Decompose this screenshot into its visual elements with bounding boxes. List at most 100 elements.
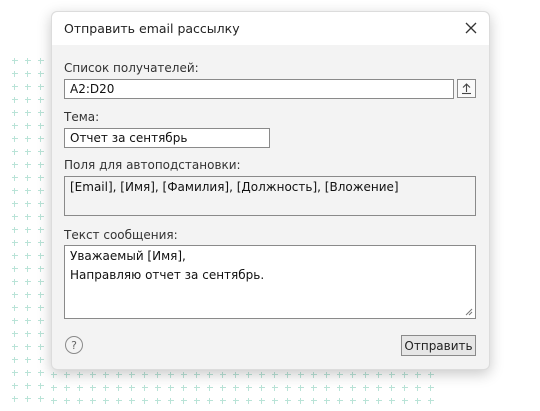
plus-mark (38, 188, 44, 194)
plus-mark (259, 385, 265, 391)
plus-mark (207, 372, 213, 378)
plus-mark (285, 385, 291, 391)
plus-mark (12, 331, 18, 337)
plus-mark (38, 240, 44, 246)
plus-mark (51, 372, 57, 378)
fields-label: Поля для автоподстановки: (64, 158, 241, 172)
plus-mark (25, 188, 31, 194)
plus-mark (116, 385, 122, 391)
plus-mark (376, 398, 382, 404)
plus-mark (168, 372, 174, 378)
plus-mark (207, 385, 213, 391)
plus-mark (298, 385, 304, 391)
plus-mark (402, 385, 408, 391)
plus-mark (428, 398, 434, 404)
plus-mark (181, 398, 187, 404)
plus-mark (90, 398, 96, 404)
plus-mark (38, 175, 44, 181)
recipients-label: Список получателей: (64, 61, 199, 75)
plus-mark (129, 372, 135, 378)
plus-mark (363, 385, 369, 391)
plus-mark (51, 385, 57, 391)
help-icon[interactable]: ? (65, 336, 83, 354)
plus-mark (12, 110, 18, 116)
send-button[interactable]: Отправить (401, 335, 476, 356)
plus-mark (103, 372, 109, 378)
subject-input[interactable]: Отчет за сентябрь (64, 128, 270, 148)
message-textarea[interactable]: Уважаемый [Имя], Направляю отчет за сент… (64, 245, 476, 319)
plus-mark (38, 396, 44, 402)
plus-mark (12, 58, 18, 64)
plus-mark (12, 357, 18, 363)
plus-mark (142, 398, 148, 404)
plus-mark (220, 385, 226, 391)
plus-mark (12, 240, 18, 246)
plus-mark (25, 370, 31, 376)
plus-mark (38, 149, 44, 155)
plus-mark (272, 372, 278, 378)
plus-mark (38, 279, 44, 285)
plus-mark (337, 385, 343, 391)
plus-mark (350, 372, 356, 378)
plus-mark (12, 214, 18, 220)
plus-mark (142, 372, 148, 378)
plus-mark (12, 123, 18, 129)
plus-mark (324, 372, 330, 378)
recipients-input[interactable]: A2:D20 (64, 79, 454, 99)
plus-mark (38, 292, 44, 298)
plus-mark (246, 398, 252, 404)
plus-mark (103, 385, 109, 391)
plus-mark (311, 385, 317, 391)
plus-mark (25, 318, 31, 324)
plus-mark (168, 398, 174, 404)
plus-mark (25, 58, 31, 64)
plus-mark (25, 357, 31, 363)
plus-mark (25, 253, 31, 259)
plus-mark (129, 398, 135, 404)
message-line: Уважаемый [Имя], (70, 249, 186, 263)
plus-mark (38, 123, 44, 129)
plus-mark (64, 385, 70, 391)
plus-mark (298, 372, 304, 378)
plus-mark (38, 110, 44, 116)
plus-mark (38, 97, 44, 103)
plus-mark (415, 385, 421, 391)
upload-icon[interactable] (457, 79, 476, 98)
plus-mark (129, 385, 135, 391)
plus-mark (259, 372, 265, 378)
plus-mark (25, 136, 31, 142)
plus-mark (337, 372, 343, 378)
message-label: Текст сообщения: (64, 228, 178, 242)
resize-grip-icon[interactable] (463, 306, 473, 316)
plus-mark (194, 398, 200, 404)
plus-mark (38, 201, 44, 207)
plus-mark (12, 292, 18, 298)
plus-mark (103, 398, 109, 404)
subject-label: Тема: (64, 110, 100, 124)
close-icon[interactable] (461, 18, 481, 38)
plus-mark (12, 162, 18, 168)
plus-mark (38, 331, 44, 337)
send-email-dialog: Отправить email рассылку Список получате… (51, 11, 490, 370)
plus-mark (246, 372, 252, 378)
plus-mark (25, 110, 31, 116)
plus-mark (38, 253, 44, 259)
dialog-titlebar: Отправить email рассылку (52, 12, 489, 45)
fields-textarea[interactable]: [Email], [Имя], [Фамилия], [Должность], … (64, 176, 476, 216)
plus-mark (38, 370, 44, 376)
plus-mark (155, 385, 161, 391)
plus-mark (12, 188, 18, 194)
plus-mark (12, 266, 18, 272)
plus-mark (142, 385, 148, 391)
plus-mark (194, 372, 200, 378)
plus-mark (77, 385, 83, 391)
plus-mark (90, 372, 96, 378)
plus-mark (272, 385, 278, 391)
plus-mark (25, 123, 31, 129)
plus-mark (220, 372, 226, 378)
plus-mark (25, 175, 31, 181)
plus-mark (25, 84, 31, 90)
plus-mark (64, 372, 70, 378)
plus-mark (155, 372, 161, 378)
plus-mark (38, 162, 44, 168)
